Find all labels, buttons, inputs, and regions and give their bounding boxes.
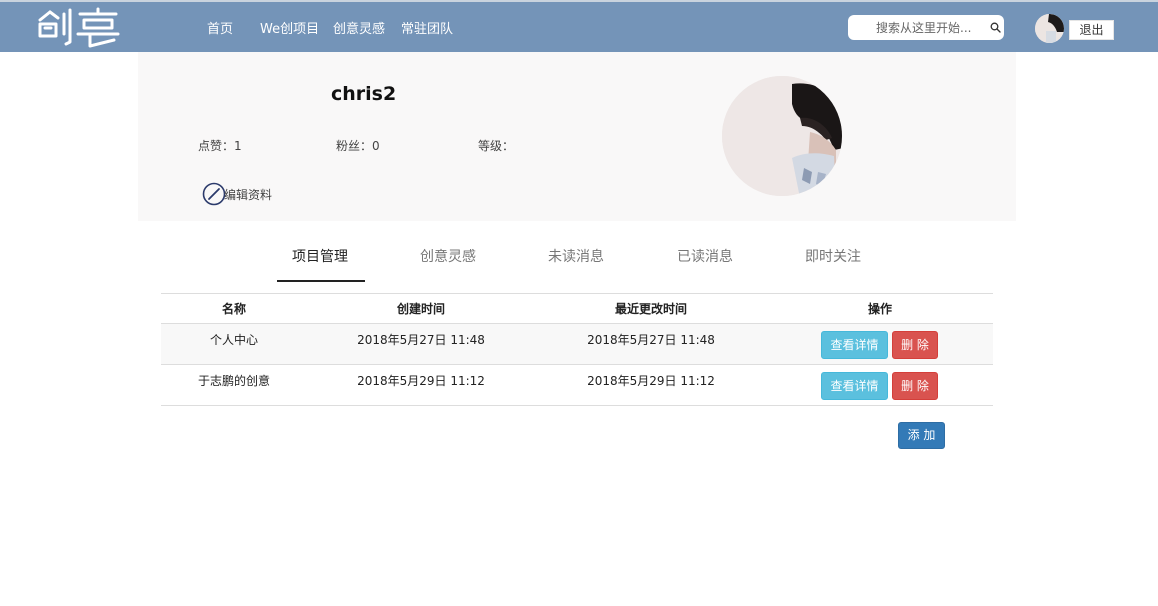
created-time: 2018年5月27日 11:48 [357, 333, 485, 347]
nav-link-inspiration[interactable]: 创意灵感 [333, 18, 385, 37]
table-row: 个人中心 2018年5月27日 11:48 2018年5月27日 11:48 查… [161, 324, 993, 365]
view-details-button[interactable]: 查看详情 [821, 331, 888, 359]
avatar-image [1035, 14, 1064, 43]
tab-instant-follow[interactable]: 即时关注 [805, 246, 861, 266]
project-table: 名称 创建时间 最近更改时间 操作 个人中心 2018年5月27日 11:48 … [161, 293, 993, 406]
add-project-button[interactable]: 添 加 [898, 422, 945, 449]
fans-count: 粉丝：0 [336, 139, 380, 153]
profile-avatar [722, 76, 842, 196]
column-header-name: 名称 [221, 302, 246, 316]
profile-panel: chris2 点赞：1 粉丝：0 等级： 编辑资料 [138, 52, 1016, 221]
user-avatar[interactable] [1035, 14, 1064, 43]
project-name: 个人中心 [209, 333, 258, 347]
search-input[interactable] [848, 15, 988, 40]
site-logo[interactable] [36, 6, 122, 50]
tab-read-messages[interactable]: 已读消息 [677, 246, 733, 266]
edit-profile-label[interactable]: 编辑资料 [224, 186, 272, 203]
level-label: 等级： [478, 139, 515, 153]
nav-item-team[interactable]: 常驻团队 [401, 2, 453, 52]
tab-inspiration[interactable]: 创意灵感 [420, 246, 476, 266]
top-navbar: 首页 We创项目 创意灵感 常驻团队 退出 [0, 0, 1158, 52]
nav-link-home[interactable]: 首页 [207, 18, 233, 37]
delete-button[interactable]: 删 除 [892, 372, 938, 400]
search-icon[interactable] [990, 22, 1001, 33]
nav-item-home[interactable]: 首页 [207, 2, 233, 52]
profile-avatar-image [722, 76, 842, 196]
created-time: 2018年5月29日 11:12 [357, 374, 485, 388]
nav-link-team[interactable]: 常驻团队 [401, 18, 453, 37]
table-row: 于志鹏的创意 2018年5月29日 11:12 2018年5月29日 11:12… [161, 365, 993, 406]
likes-count: 点赞：1 [198, 139, 242, 153]
search-box [848, 15, 1004, 40]
column-header-modified: 最近更改时间 [614, 302, 687, 316]
column-header-actions: 操作 [867, 302, 892, 316]
logout-button[interactable]: 退出 [1069, 20, 1114, 40]
active-tab-indicator [277, 280, 365, 282]
delete-button[interactable]: 删 除 [892, 331, 938, 359]
nav-item-projects[interactable]: We创项目 [260, 2, 319, 52]
tab-unread-messages[interactable]: 未读消息 [548, 246, 604, 266]
table-header-row: 名称 创建时间 最近更改时间 操作 [161, 294, 993, 324]
edit-profile-link[interactable]: 编辑资料 [202, 182, 272, 206]
view-details-button[interactable]: 查看详情 [821, 372, 888, 400]
modified-time: 2018年5月29日 11:12 [587, 374, 715, 388]
column-header-created: 创建时间 [396, 302, 445, 316]
nav-link-projects[interactable]: We创项目 [260, 18, 319, 37]
project-name: 于志鹏的创意 [197, 374, 270, 388]
username: chris2 [331, 83, 397, 105]
modified-time: 2018年5月27日 11:48 [587, 333, 715, 347]
edit-icon[interactable] [202, 182, 226, 206]
nav-item-inspiration[interactable]: 创意灵感 [333, 2, 385, 52]
tab-project-management[interactable]: 项目管理 [292, 246, 348, 266]
